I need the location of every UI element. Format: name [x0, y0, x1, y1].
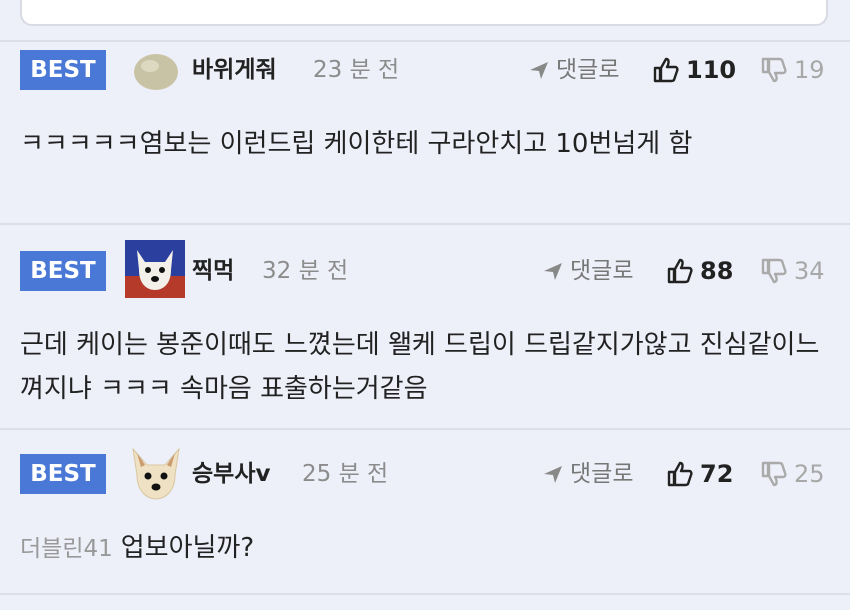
comment-item: BEST 승부사v 25 분 전 댓글로 72 25 더블린41 업보아닐까?: [0, 430, 850, 595]
thumbs-up-icon: [667, 461, 693, 487]
thumbs-down-icon: [761, 258, 787, 284]
best-badge: BEST: [20, 251, 106, 291]
send-arrow-icon: [544, 466, 562, 483]
timestamp: 23 분 전: [313, 57, 400, 83]
comment-text: ㅋㅋㅋㅋㅋ염보는 이런드립 케이한테 구라안치고 10번넘게 함: [20, 129, 693, 159]
like-count: 110: [686, 56, 737, 84]
avatar[interactable]: [128, 46, 184, 96]
best-badge: BEST: [20, 454, 106, 494]
best-badge: BEST: [20, 50, 106, 90]
blob-avatar-icon: [134, 54, 178, 90]
thumbs-up-icon: [653, 57, 679, 83]
comment-text: 근데 케이는 봉준이때도 느꼈는데 왤케 드립이 드립같지가않고 진심같이느껴지…: [20, 330, 820, 404]
dog-avatar-icon: [132, 447, 180, 500]
nickname[interactable]: 승부사v: [192, 456, 270, 492]
avatar[interactable]: [126, 444, 186, 504]
nickname[interactable]: 찍먹: [192, 253, 234, 289]
comment-item: BEST 바위게줘 23 분 전 댓글로 110 19 ㅋㅋㅋㅋㅋ염보는 이런드…: [0, 40, 850, 225]
reply-label: 댓글로: [556, 57, 620, 83]
nickname[interactable]: 바위게줘: [192, 52, 277, 88]
like-count: 72: [700, 460, 734, 488]
comment-body: 더블린41 업보아닐까?: [20, 526, 820, 571]
dislike-button[interactable]: 25: [760, 454, 825, 494]
reply-button[interactable]: 댓글로: [542, 253, 633, 289]
reply-label: 댓글로: [570, 258, 634, 284]
comment-text: 업보아닐까?: [120, 533, 255, 563]
comment-header: BEST 찍먹 32 분 전 댓글로 88 34: [0, 240, 850, 298]
like-count: 88: [700, 257, 734, 285]
reply-label: 댓글로: [570, 461, 634, 487]
dislike-count: 25: [794, 460, 825, 488]
send-arrow-icon: [544, 263, 562, 280]
dislike-count: 19: [794, 56, 825, 84]
thumbs-down-icon: [761, 57, 787, 83]
like-button[interactable]: 110: [652, 50, 736, 90]
dislike-count: 34: [794, 257, 825, 285]
reply-button[interactable]: 댓글로: [542, 456, 633, 492]
comment-header: BEST 바위게줘 23 분 전 댓글로 110 19: [0, 42, 850, 92]
timestamp: 32 분 전: [262, 258, 349, 284]
timestamp: 25 분 전: [302, 461, 389, 487]
comment-input-box[interactable]: [20, 0, 828, 26]
reply-to-user[interactable]: 더블린41: [20, 536, 113, 562]
dislike-button[interactable]: 19: [760, 50, 825, 90]
comment-header: BEST 승부사v 25 분 전 댓글로 72 25: [0, 446, 850, 500]
send-arrow-icon: [530, 62, 548, 79]
like-button[interactable]: 72: [666, 454, 733, 494]
thumbs-up-icon: [667, 258, 693, 284]
dog-avatar-icon: [125, 240, 185, 298]
comment-item: BEST 찍먹 32 분 전 댓글로 88 34 근데 케이는 봉준이때도 느꼈…: [0, 225, 850, 430]
reply-button[interactable]: 댓글로: [528, 52, 619, 88]
dislike-button[interactable]: 34: [760, 251, 825, 291]
avatar[interactable]: [124, 239, 186, 299]
like-button[interactable]: 88: [666, 251, 733, 291]
thumbs-down-icon: [761, 461, 787, 487]
